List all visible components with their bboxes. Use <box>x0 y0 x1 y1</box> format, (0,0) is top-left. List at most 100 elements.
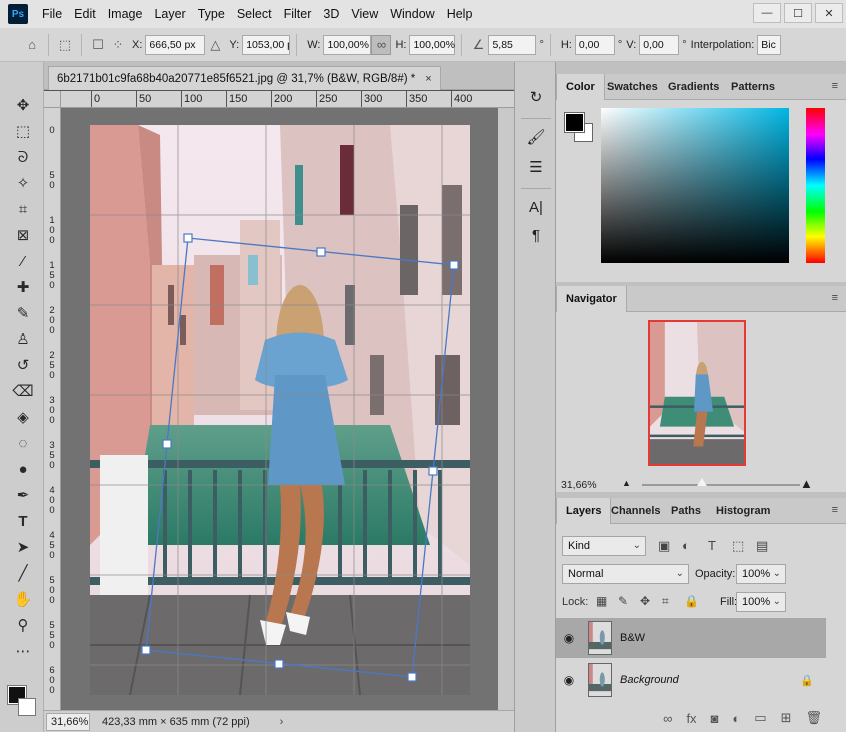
filter-type-icon[interactable]: T <box>708 538 716 553</box>
marquee-tool-icon[interactable]: ⬚ <box>9 120 37 142</box>
lock-image-icon[interactable]: ✎ <box>618 594 628 608</box>
horizontal-ruler[interactable]: 0 50 100 150 200 250 300 350 400 <box>61 91 514 108</box>
layer-row-bw[interactable]: ◉ B&W <box>556 618 826 658</box>
tab-gradients[interactable]: Gradients <box>659 74 728 100</box>
hue-slider[interactable] <box>806 108 825 263</box>
document-tab[interactable]: 6b2171b01c9fa68b40a20771e85f6521.jpg @ 3… <box>48 66 441 90</box>
history-brush-tool-icon[interactable]: ↺ <box>9 354 37 376</box>
pen-tool-icon[interactable]: ✒ <box>9 484 37 506</box>
menu-3d[interactable]: 3D <box>317 0 345 28</box>
vskew-field[interactable]: 0,00 <box>639 34 680 55</box>
filter-shape-icon[interactable]: ⬚ <box>732 538 744 554</box>
filter-smart-object-icon[interactable]: ▤ <box>756 538 768 554</box>
add-mask-icon[interactable]: ◙ <box>711 711 719 726</box>
menu-image[interactable]: Image <box>102 0 149 28</box>
zoom-tool-icon[interactable]: ⚲ <box>9 614 37 636</box>
h-field[interactable]: 100,00% <box>409 34 456 55</box>
navigator-zoom-value[interactable]: 31,66% <box>561 479 599 491</box>
layer-style-icon[interactable]: fx <box>686 711 696 726</box>
transform-preset-icon[interactable]: ⬚ <box>55 35 75 55</box>
move-tool-icon[interactable]: ✥ <box>9 94 37 116</box>
navigator-thumbnail[interactable] <box>648 320 746 466</box>
stamp-tool-icon[interactable]: ♙ <box>9 328 37 350</box>
menu-filter[interactable]: Filter <box>278 0 318 28</box>
line-tool-icon[interactable]: ╱ <box>9 562 37 584</box>
maximize-button[interactable]: ☐ <box>784 3 812 23</box>
delete-layer-icon[interactable]: 🗑 <box>805 710 822 726</box>
background-color-swatch[interactable] <box>18 698 36 716</box>
type-tool-icon[interactable]: T <box>9 510 37 532</box>
eyedropper-tool-icon[interactable]: ⁄ <box>9 250 37 272</box>
navigator-zoom-knob[interactable] <box>697 478 707 486</box>
reference-point-checkbox[interactable]: ☐ <box>88 35 108 55</box>
lock-artboard-icon[interactable]: ⌗ <box>662 594 669 609</box>
brush-tool-icon[interactable]: ✎ <box>9 302 37 324</box>
lock-icon[interactable]: 🔒 <box>800 674 814 687</box>
crop-tool-icon[interactable]: ⌗ <box>9 198 37 220</box>
lasso-tool-icon[interactable]: ᘐ <box>9 146 37 168</box>
close-tab-icon[interactable]: × <box>425 73 431 85</box>
color-foreground-swatch[interactable] <box>564 112 585 133</box>
reference-point-icon[interactable]: ⁘ <box>108 35 128 55</box>
link-icon[interactable]: ∞ <box>371 34 392 55</box>
menu-file[interactable]: File <box>36 0 68 28</box>
zoom-in-icon[interactable]: ▲ <box>800 476 813 491</box>
panel-menu-icon[interactable]: ≡ <box>832 292 838 304</box>
blend-mode-select[interactable]: Normal ⌄ <box>562 564 689 584</box>
history-icon[interactable]: ↻ <box>525 86 547 108</box>
character-icon[interactable]: A| <box>525 196 547 218</box>
lock-transparent-icon[interactable]: ▦ <box>596 594 607 608</box>
menu-help[interactable]: Help <box>441 0 479 28</box>
path-selection-tool-icon[interactable]: ➤ <box>9 536 37 558</box>
paint-bucket-tool-icon[interactable]: ◈ <box>9 406 37 428</box>
close-button[interactable]: ✕ <box>815 3 843 23</box>
filter-pixel-icon[interactable]: ▣ <box>658 538 670 554</box>
hskew-field[interactable]: 0,00 <box>574 34 615 55</box>
brush-settings-icon[interactable]: 🖌 <box>525 126 547 148</box>
filter-kind-select[interactable]: Kind ⌄ <box>562 536 646 556</box>
link-layers-icon[interactable]: ∞ <box>663 711 672 726</box>
hand-tool-icon[interactable]: ✋ <box>9 588 37 610</box>
adjustment-layer-icon[interactable]: ◐ <box>732 711 740 726</box>
magic-wand-tool-icon[interactable]: ✧ <box>9 172 37 194</box>
w-field[interactable]: 100,00% <box>323 34 372 55</box>
tab-histogram[interactable]: Histogram <box>707 498 779 524</box>
vertical-scrollbar[interactable] <box>498 108 514 710</box>
eraser-tool-icon[interactable]: ⌫ <box>9 380 37 402</box>
menu-window[interactable]: Window <box>384 0 440 28</box>
dodge-tool-icon[interactable]: ● <box>9 458 37 480</box>
visibility-eye-icon[interactable]: ◉ <box>556 631 582 645</box>
y-field[interactable]: 1053,00 px <box>242 34 291 55</box>
menu-select[interactable]: Select <box>231 0 278 28</box>
delta-icon[interactable]: △ <box>205 35 225 55</box>
home-icon[interactable]: ⌂ <box>22 35 42 55</box>
paragraph-icon[interactable]: ¶ <box>525 224 547 246</box>
filter-adjustment-icon[interactable]: ◐ <box>682 538 690 553</box>
more-tools-icon[interactable]: ⋯ <box>9 640 37 662</box>
blur-tool-icon[interactable]: ◌ <box>9 432 37 454</box>
lock-position-icon[interactable]: ✥ <box>640 594 650 608</box>
frame-tool-icon[interactable]: ⊠ <box>9 224 37 246</box>
menu-edit[interactable]: Edit <box>68 0 102 28</box>
angle-field[interactable]: 5,85 <box>488 34 537 55</box>
vertical-ruler[interactable]: 050100150200250300350400450500550600 <box>44 108 61 710</box>
menu-layer[interactable]: Layer <box>148 0 191 28</box>
interpolation-select[interactable]: Bic <box>757 34 782 55</box>
status-menu-arrow[interactable]: › <box>280 716 284 728</box>
fill-field[interactable]: 100% ⌄ <box>736 592 786 612</box>
layer-row-background[interactable]: ◉ Background 🔒 <box>556 660 826 700</box>
image-canvas[interactable] <box>90 125 470 695</box>
x-field[interactable]: 666,50 px <box>145 34 206 55</box>
visibility-eye-icon[interactable]: ◉ <box>556 673 582 687</box>
menu-view[interactable]: View <box>345 0 384 28</box>
tab-patterns[interactable]: Patterns <box>722 74 784 100</box>
new-layer-icon[interactable]: ⊞ <box>781 710 792 726</box>
healing-brush-tool-icon[interactable]: ✚ <box>9 276 37 298</box>
menu-type[interactable]: Type <box>192 0 231 28</box>
tab-swatches[interactable]: Swatches <box>598 74 667 100</box>
zoom-out-icon[interactable]: ▲ <box>622 478 631 488</box>
navigator-zoom-slider[interactable] <box>642 484 800 486</box>
minimize-button[interactable]: — <box>753 3 781 23</box>
opacity-field[interactable]: 100% ⌄ <box>736 564 786 584</box>
tab-navigator[interactable]: Navigator <box>556 286 627 312</box>
